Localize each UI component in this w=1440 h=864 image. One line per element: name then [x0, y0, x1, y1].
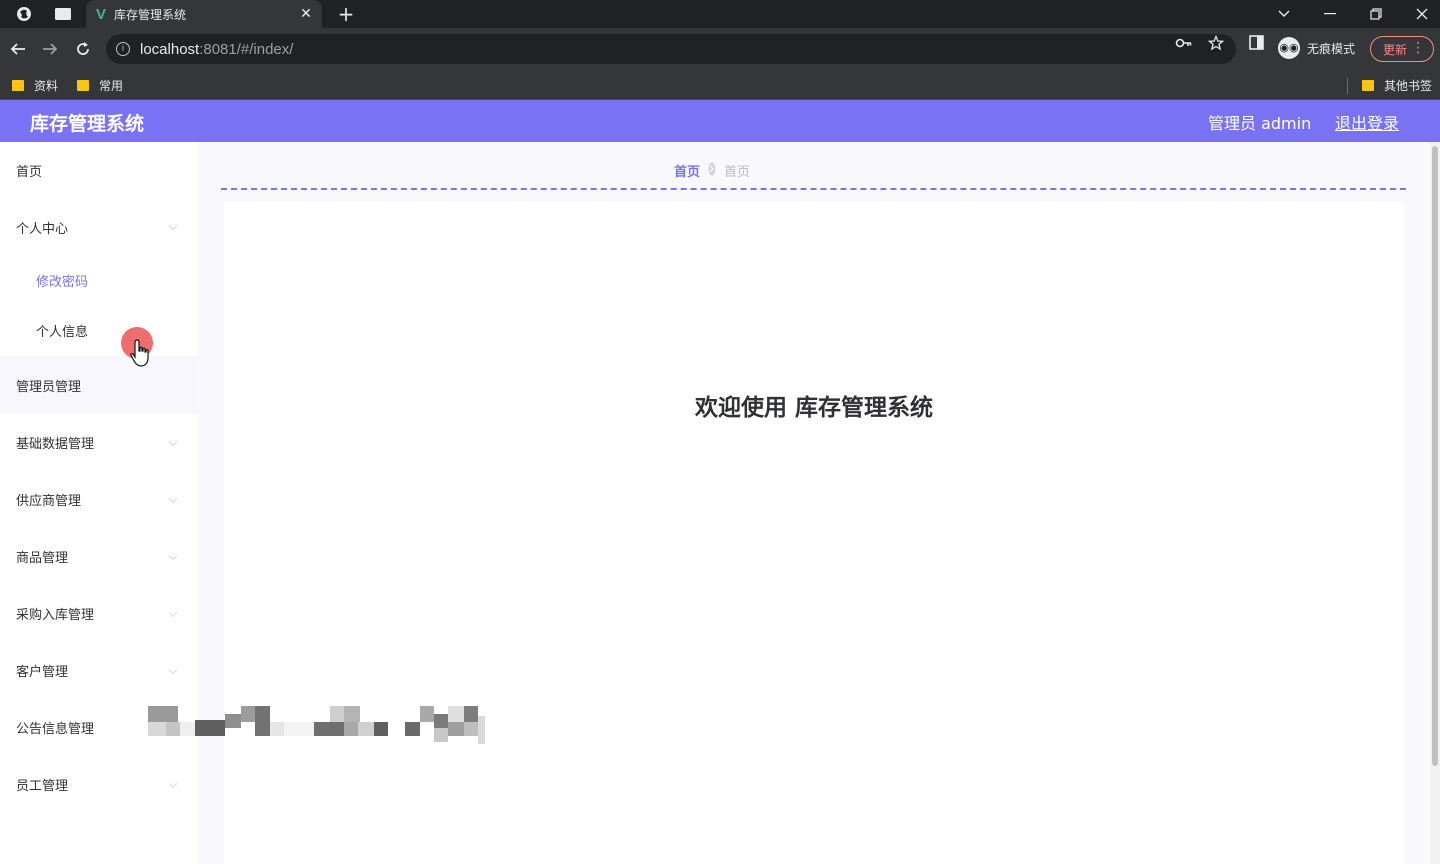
window-icon[interactable]: [52, 4, 74, 24]
sidebar-item-customer[interactable]: 客户管理: [0, 642, 198, 699]
scrollbar-thumb[interactable]: [1432, 146, 1438, 766]
hand-cursor-icon: [130, 339, 149, 367]
bookmark-separator: [1347, 78, 1348, 94]
bookmark-folder-changyong[interactable]: 常用: [77, 77, 123, 94]
url-host: localhost: [140, 40, 200, 58]
other-bookmarks-folder[interactable]: 其他书签: [1362, 77, 1432, 94]
new-tab-button[interactable]: +: [334, 2, 358, 26]
bookmark-folder-ziliao[interactable]: 资料: [12, 77, 58, 94]
admin-user-label: 管理员 admin: [1208, 114, 1312, 133]
reload-icon[interactable]: [71, 37, 95, 61]
sidebar-menu: 首页 个人中心 修改密码 个人信息 管理员管理 基础数据管理 供应商管理 商品管…: [0, 142, 198, 864]
sidebar-item-label: 个人信息: [36, 324, 89, 340]
tab-list-chevron-icon[interactable]: [1262, 0, 1306, 28]
update-label: 更新: [1383, 42, 1408, 57]
restore-icon[interactable]: [1354, 0, 1398, 28]
breadcrumb: 首页 首页: [674, 161, 750, 180]
chevron-down-icon: [168, 779, 178, 788]
sidebar-item-label: 采购入库管理: [16, 608, 95, 623]
tab-close-icon[interactable]: ✕: [296, 6, 316, 22]
pixelated-overlay: [148, 706, 488, 752]
sidebar-item-purchase-inbound[interactable]: 采购入库管理: [0, 585, 198, 642]
chevron-down-icon: [168, 608, 178, 617]
chevron-down-icon: [168, 665, 178, 674]
sidebar-item-personal-center[interactable]: 个人中心: [0, 198, 198, 256]
logout-link[interactable]: 退出登录: [1335, 110, 1399, 134]
update-button[interactable]: 更新 ⋮: [1370, 36, 1434, 62]
sidebar-item-base-data[interactable]: 基础数据管理: [0, 414, 198, 471]
tab-title: 库存管理系统: [114, 7, 187, 22]
breadcrumb-home[interactable]: 首页: [674, 161, 700, 180]
bookmarks-bar: 资料 常用 其他书签: [0, 70, 1440, 100]
bookmark-label: 资料: [34, 79, 59, 93]
content-card: 欢迎使用 库存管理系统: [224, 202, 1404, 864]
chevron-down-icon: [168, 551, 178, 560]
app-header: 库存管理系统 管理员 admin 退出登录: [0, 100, 1440, 142]
incognito-indicator[interactable]: ◉◉ 无痕模式: [1278, 37, 1355, 59]
folder-icon: [12, 80, 24, 91]
sidebar-item-label: 客户管理: [16, 665, 69, 680]
browser-tab-bar: V 库存管理系统 ✕ +: [0, 0, 1440, 28]
welcome-heading: 欢迎使用 库存管理系统: [694, 395, 933, 421]
sidebar-item-admin-management[interactable]: 管理员管理: [0, 356, 198, 414]
globe-icon: [17, 7, 31, 21]
more-menu-icon: ⋮: [1411, 40, 1425, 56]
sidebar-item-home[interactable]: 首页: [0, 142, 198, 198]
browser-toolbar: i localhost:8081/#/index/ ◉◉ 无痕模式 更新 ⋮: [0, 28, 1440, 70]
bookmark-star-icon[interactable]: [1207, 34, 1225, 55]
tab-search-icon[interactable]: [13, 4, 35, 24]
back-arrow-icon[interactable]: [6, 37, 30, 61]
sidebar-item-goods[interactable]: 商品管理: [0, 528, 198, 585]
sidebar-subitem-personal-info[interactable]: 个人信息: [0, 304, 198, 356]
folder-icon: [77, 80, 89, 91]
url-path: :8081/#/index/: [199, 40, 294, 58]
active-tab[interactable]: V 库存管理系统 ✕: [86, 0, 322, 28]
password-key-icon[interactable]: [1175, 35, 1193, 55]
sidebar-item-label: 公告信息管理: [16, 722, 95, 737]
close-window-icon[interactable]: [1400, 0, 1440, 28]
incognito-label: 无痕模式: [1307, 41, 1356, 56]
window-tab-icon: [55, 8, 71, 20]
chevron-down-icon: [168, 494, 178, 503]
sidebar-item-label: 商品管理: [16, 551, 69, 566]
sidebar-subitem-change-password[interactable]: 修改密码: [0, 256, 198, 304]
sidebar-item-supplier[interactable]: 供应商管理: [0, 471, 198, 528]
sidebar-item-employee[interactable]: 员工管理: [0, 756, 198, 813]
breadcrumb-divider: [221, 188, 1406, 190]
breadcrumb-current: 首页: [724, 165, 751, 180]
other-bookmarks-label: 其他书签: [1384, 79, 1433, 93]
minimize-icon[interactable]: [1308, 0, 1352, 28]
sidebar-item-label: 首页: [16, 164, 43, 180]
sidebar-item-label: 管理员管理: [16, 379, 82, 395]
address-bar[interactable]: i localhost:8081/#/index/: [106, 34, 1236, 64]
sidebar-item-label: 基础数据管理: [16, 437, 95, 452]
incognito-icon: ◉◉: [1278, 37, 1300, 59]
page-scrollbar[interactable]: [1430, 142, 1440, 864]
chevron-down-icon: [168, 221, 178, 231]
app-title: 库存管理系统: [30, 113, 145, 135]
folder-icon: [1362, 80, 1374, 91]
sidebar-item-label: 供应商管理: [16, 494, 82, 509]
sidebar-item-label: 个人中心: [16, 221, 69, 237]
sidebar-item-label: 员工管理: [16, 779, 69, 794]
site-info-icon[interactable]: i: [116, 42, 130, 56]
side-panel-icon[interactable]: [1249, 35, 1264, 54]
breadcrumb-separator-icon: [708, 162, 716, 180]
bookmark-label: 常用: [99, 79, 124, 93]
forward-arrow-icon[interactable]: [38, 37, 62, 61]
sidebar-item-label: 修改密码: [36, 274, 89, 290]
vue-favicon-icon: V: [96, 5, 107, 23]
chevron-down-icon: [168, 437, 178, 446]
